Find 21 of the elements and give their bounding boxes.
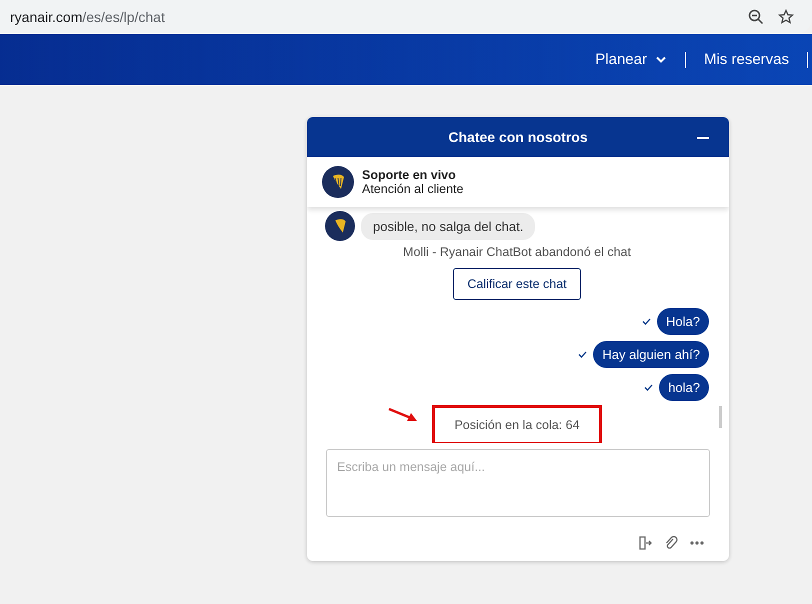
star-icon[interactable] xyxy=(778,9,794,25)
minimize-icon[interactable] xyxy=(697,136,709,140)
nav-link[interactable]: Mis reservas xyxy=(704,51,789,68)
exit-icon[interactable] xyxy=(638,536,652,550)
user-message: hola? xyxy=(659,374,709,401)
rate-chat-button[interactable]: Calificar este chat xyxy=(453,268,581,300)
nav-link[interactable]: Planear xyxy=(595,51,667,68)
agent-name: Soporte en vivo xyxy=(362,168,457,182)
user-message: Hola? xyxy=(657,308,709,335)
more-icon[interactable] xyxy=(690,541,704,545)
user-message: Hay alguien ahí? xyxy=(593,341,709,368)
agent-role: Atención al cliente xyxy=(362,182,464,196)
queue-position: Posición en la cola: 64 xyxy=(432,405,602,443)
system-message: Molli - Ryanair ChatBot abandonó el chat xyxy=(403,245,631,259)
chat-title: Chatee con nosotros xyxy=(448,129,588,145)
bot-message: posible, no salga del chat. xyxy=(361,212,536,240)
message-input[interactable]: Escriba un mensaje aquí... xyxy=(326,449,710,517)
paperclip-icon[interactable] xyxy=(664,536,678,550)
url-text: ryanair.com/es/es/lp/chat xyxy=(10,9,166,25)
annotation-arrow xyxy=(388,407,418,423)
zoom-out-icon[interactable] xyxy=(748,9,764,25)
